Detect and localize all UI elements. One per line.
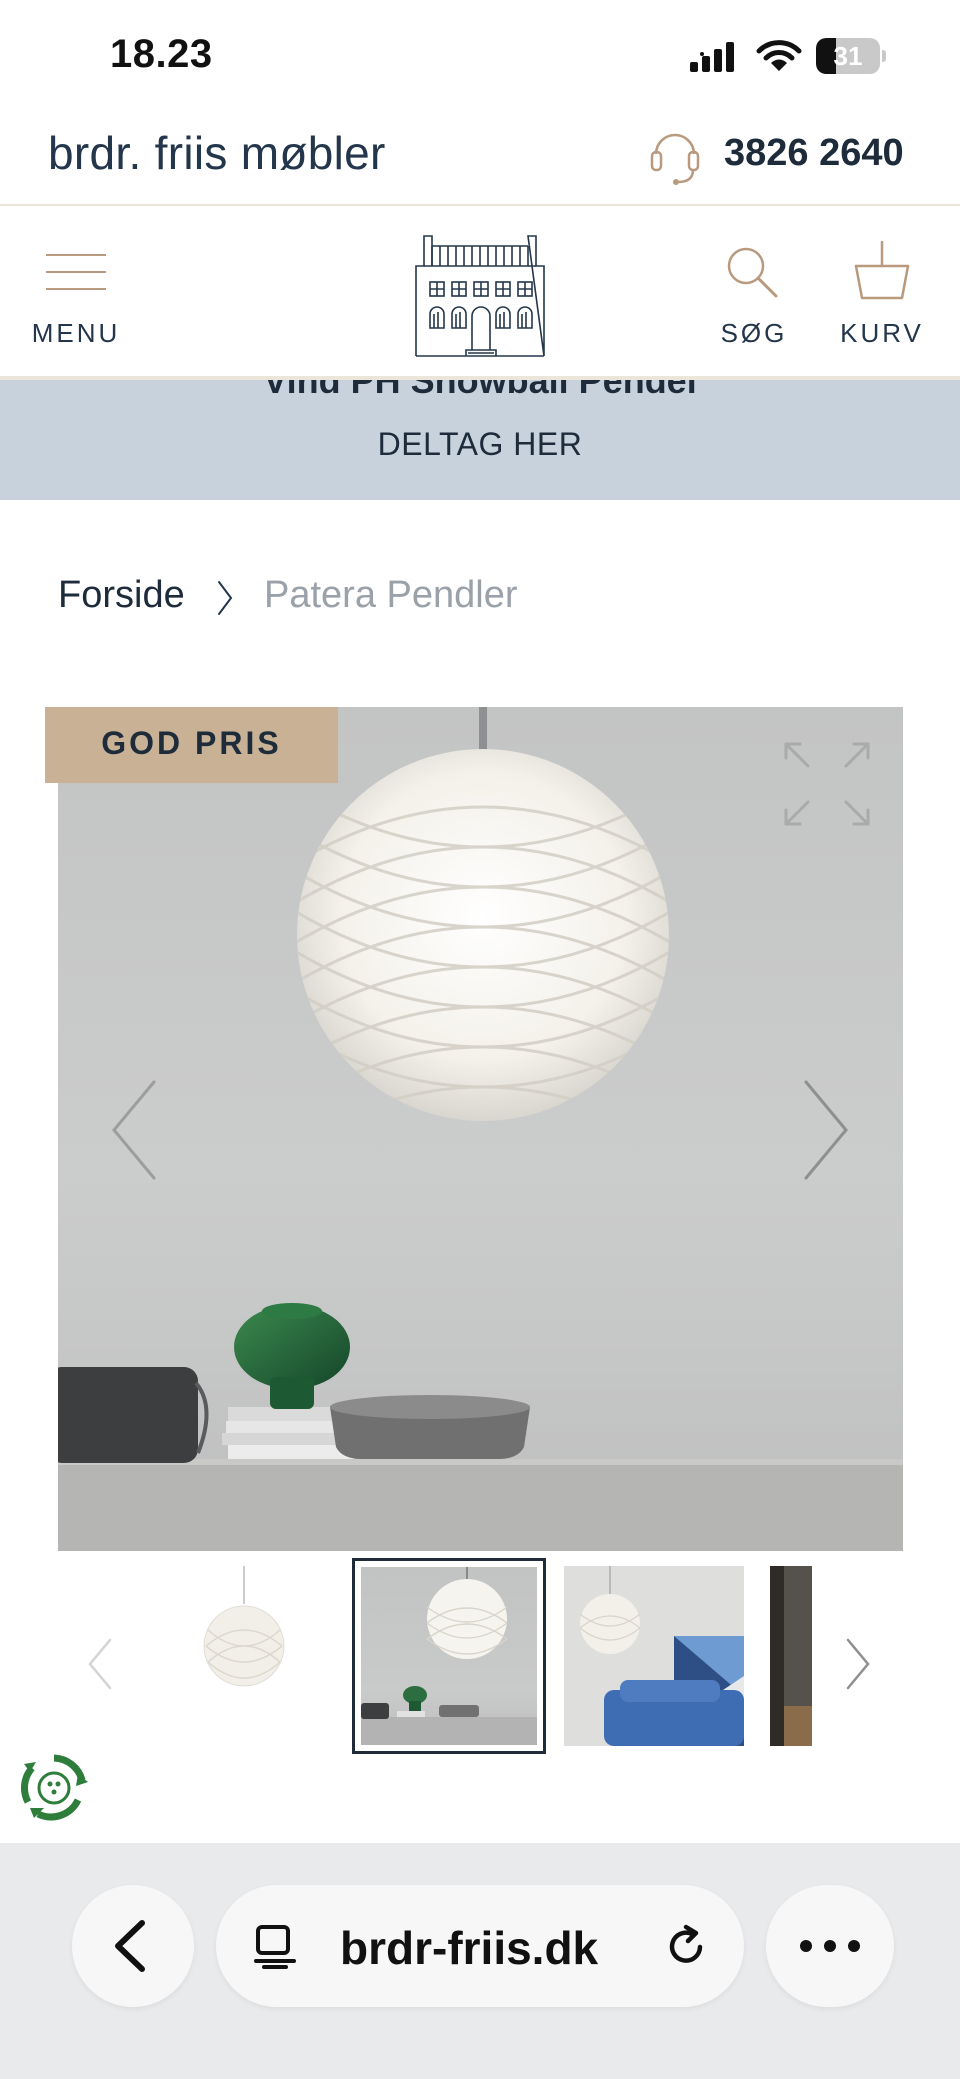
thumbnail-2-selected[interactable] (352, 1558, 546, 1754)
status-bar: 18.23 31 (0, 0, 960, 112)
url-text[interactable]: brdr-friis.dk (340, 1921, 598, 1975)
brand-name[interactable]: brdr. friis møbler (48, 126, 386, 180)
hamburger-icon (46, 254, 106, 290)
thumbnail-strip (0, 1556, 960, 1756)
back-arrow-icon (115, 1920, 145, 1972)
chevron-right-icon[interactable] (800, 1078, 852, 1182)
basket-icon (854, 240, 910, 300)
search-button[interactable]: SØG (712, 206, 796, 376)
battery-body: 31 (816, 38, 880, 74)
battery-indicator: 31 (816, 38, 886, 74)
menu-label: MENU (31, 318, 121, 348)
headset-icon[interactable] (648, 124, 702, 188)
patera-pendant-photo (58, 707, 903, 1551)
thumbnail-living-shelf-image (361, 1567, 537, 1745)
badge-text: GOD PRIS (101, 725, 282, 761)
reload-icon[interactable] (662, 1923, 710, 1971)
address-bar[interactable]: brdr-friis.dk (216, 1885, 744, 2007)
thumbnail-prev-chevron-icon[interactable] (86, 1636, 114, 1692)
store-logo-house-icon[interactable] (410, 232, 550, 358)
cart-button[interactable]: KURV (838, 206, 926, 376)
thumbnail-1[interactable] (176, 1566, 356, 1746)
breadcrumb-home[interactable]: Forside (58, 574, 185, 617)
thumbnail-next-chevron-icon[interactable] (844, 1636, 872, 1692)
breadcrumb-current: Patera Pendler (264, 574, 518, 616)
good-price-badge: GOD PRIS (45, 707, 338, 783)
fullscreen-expand-icon[interactable] (782, 740, 872, 828)
promo-banner[interactable]: Vind PH Snowball Pendel DELTAG HER (0, 380, 960, 500)
chevron-right-icon (218, 581, 233, 615)
search-label: SØG (720, 318, 788, 348)
browser-more-button[interactable] (766, 1885, 894, 2007)
search-icon (727, 247, 778, 298)
phone-number[interactable]: 3826 2640 (724, 132, 904, 175)
main-nav: MENU SØG KURV (0, 206, 960, 380)
cellular-signal-icon (690, 42, 734, 72)
ellipsis-icon (800, 1940, 860, 1952)
browser-toolbar: brdr-friis.dk (0, 1843, 960, 2079)
menu-button[interactable]: MENU (30, 206, 122, 376)
thumbnail-sofa-image (564, 1566, 744, 1746)
chevron-left-icon[interactable] (108, 1078, 160, 1182)
reader-mode-icon[interactable] (252, 1923, 298, 1969)
battery-tip (882, 50, 886, 62)
sustainability-recycle-icon[interactable] (18, 1752, 90, 1824)
brand-row: brdr. friis møbler 3826 2640 (0, 112, 960, 206)
cart-label: KURV (840, 318, 924, 348)
status-time: 18.23 (110, 32, 213, 76)
promo-title: Vind PH Snowball Pendel (263, 380, 697, 401)
thumbnail-4[interactable] (770, 1566, 812, 1746)
browser-back-button[interactable] (72, 1885, 194, 2007)
wifi-icon (756, 40, 802, 71)
product-main-image[interactable] (58, 707, 903, 1551)
promo-link[interactable]: DELTAG HER (0, 426, 960, 463)
thumbnail-interior-image (770, 1566, 812, 1746)
battery-percent: 31 (833, 41, 863, 71)
thumbnail-3[interactable] (564, 1566, 744, 1746)
thumbnail-pendant-image (203, 1566, 285, 1687)
